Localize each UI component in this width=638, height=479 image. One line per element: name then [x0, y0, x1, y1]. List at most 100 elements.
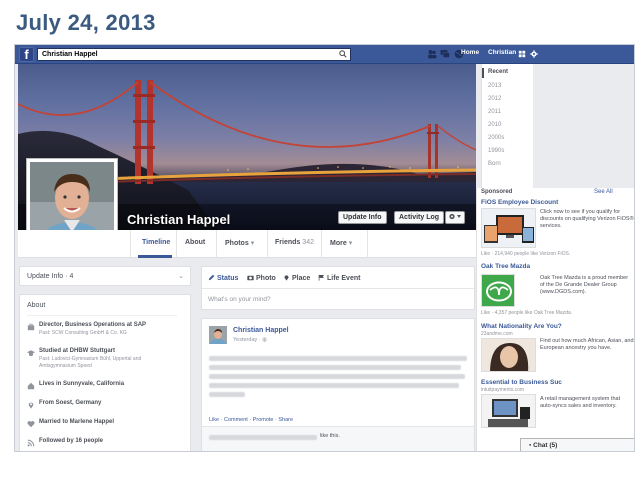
- timeline-active-marker: [482, 68, 484, 78]
- timeline-year-2010[interactable]: 2010: [488, 122, 501, 128]
- profile-link[interactable]: Christian: [488, 49, 516, 56]
- update-info-card[interactable]: Update Info · 4 ⌄: [19, 266, 191, 286]
- post-actions[interactable]: Like · Comment · Promote · Share: [209, 417, 293, 423]
- ad-title-nationality[interactable]: What Nationality Are You?: [481, 323, 562, 330]
- divider: [202, 288, 474, 289]
- ad-title-fios[interactable]: FiOS Employee Discount: [481, 199, 558, 206]
- settings-gear-icon[interactable]: [530, 50, 538, 58]
- messages-icon[interactable]: [440, 49, 450, 59]
- post-text-blurred: [209, 392, 245, 397]
- ad-body-mazda[interactable]: Oak Tree Mazda is a proud member of the …: [540, 275, 634, 296]
- friend-requests-icon[interactable]: [427, 49, 437, 59]
- globe-icon: ◍: [262, 337, 267, 343]
- search-icon[interactable]: [339, 50, 347, 58]
- location-pin-icon: [28, 402, 34, 409]
- ad-body-fios[interactable]: Click now to see if you qualify for disc…: [540, 209, 634, 230]
- post-likes-bar: like this.: [202, 426, 474, 451]
- ad-body-nationality[interactable]: Find out how much African, Asian, and Eu…: [540, 338, 634, 352]
- ad-image-fios[interactable]: [481, 208, 536, 248]
- flag-icon: [318, 274, 324, 281]
- divider: [27, 315, 177, 316]
- tab-photos[interactable]: Photos ▾: [225, 239, 254, 247]
- top-bar: f Christian Happel Home Christian: [15, 45, 634, 64]
- status-input[interactable]: What's on your mind?: [208, 296, 271, 303]
- chat-label: Chat: [533, 442, 548, 449]
- ad-title-mazda[interactable]: Oak Tree Mazda: [481, 263, 530, 270]
- tab-divider: [367, 230, 368, 258]
- composer-tab-photo[interactable]: Photo: [247, 274, 276, 282]
- photos-dropdown-icon: ▾: [250, 240, 255, 247]
- profile-settings-button[interactable]: [445, 211, 465, 224]
- tab-about[interactable]: About: [185, 239, 205, 246]
- profile-name[interactable]: Christian Happel: [127, 212, 230, 227]
- heart-icon: [27, 421, 35, 428]
- ad-domain-intuit[interactable]: intuitpayments.com: [481, 387, 524, 393]
- pos-terminal-image: [488, 399, 530, 427]
- chat-status-icon: ▪: [529, 442, 532, 449]
- composer-tab-place[interactable]: Place: [283, 274, 310, 282]
- profile-tabs: Timeline About Photos ▾ Friends 342 More ▾: [18, 230, 476, 258]
- briefcase-icon: [27, 323, 35, 331]
- composer-tab-life-event[interactable]: Life Event: [318, 274, 360, 282]
- sponsored-header: Sponsored: [481, 189, 513, 195]
- tab-friends[interactable]: Friends 342: [275, 239, 314, 246]
- post-timestamp[interactable]: Yesterday · ◍: [233, 337, 267, 343]
- tab-divider: [130, 230, 131, 258]
- timeline-year-born[interactable]: Born: [488, 161, 501, 167]
- pencil-icon: [208, 274, 215, 281]
- timeline-year-nav: Recent 2013 2012 2011 2010 2000s 1990s B…: [481, 64, 533, 188]
- devices-image: [484, 215, 534, 243]
- slide-date-title: July 24, 2013: [16, 10, 156, 35]
- see-all-link[interactable]: See All: [594, 189, 613, 195]
- timeline-year-2012[interactable]: 2012: [488, 96, 501, 102]
- update-info-button[interactable]: Update Info: [338, 211, 387, 224]
- ad-domain-23andme[interactable]: 23andme.com: [481, 331, 513, 337]
- tab-divider: [267, 230, 268, 258]
- activity-log-button[interactable]: Activity Log: [394, 211, 445, 224]
- tab-timeline[interactable]: Timeline: [142, 239, 170, 246]
- timeline-year-1990s[interactable]: 1990s: [488, 148, 504, 154]
- update-info-label: Update Info · 4: [27, 273, 74, 280]
- camera-icon: [247, 275, 254, 281]
- ad-likes-mazda[interactable]: Like · 4,357 people like Oak Tree Mazda.: [481, 310, 572, 316]
- post-author-avatar[interactable]: [209, 326, 227, 344]
- ad-image-mazda[interactable]: [481, 274, 515, 307]
- post-text-blurred: [209, 365, 461, 370]
- likers-blurred: [209, 435, 317, 440]
- composer-tab-status[interactable]: Status: [208, 274, 238, 282]
- ad-image-business[interactable]: [481, 394, 536, 428]
- about-card: About Director, Business Operations at S…: [19, 294, 191, 451]
- search-input[interactable]: Christian Happel: [37, 48, 351, 61]
- graduation-cap-icon: [27, 350, 35, 356]
- timeline-year-recent[interactable]: Recent: [488, 69, 508, 75]
- timeline-year-2011[interactable]: 2011: [488, 109, 501, 115]
- facebook-logo-icon[interactable]: f: [19, 47, 34, 62]
- timeline-year-2013[interactable]: 2013: [488, 83, 501, 89]
- tab-more[interactable]: More ▾: [330, 239, 352, 247]
- tab-divider: [216, 230, 217, 258]
- home-link[interactable]: Home: [461, 49, 479, 56]
- more-dropdown-icon: ▾: [348, 240, 353, 247]
- chevron-down-icon[interactable]: ⌄: [178, 272, 184, 280]
- woman-portrait-image: [482, 339, 535, 371]
- ad-image-nationality[interactable]: [481, 338, 536, 372]
- mazda-logo-icon: [482, 275, 514, 306]
- update-info-count: 4: [69, 273, 74, 280]
- ad-likes-fios[interactable]: Like · 214,940 people like Verizon FiOS.: [481, 251, 570, 257]
- facebook-profile-screenshot: f Christian Happel Home Christian Christ…: [14, 44, 635, 452]
- timeline-year-2000s[interactable]: 2000s: [488, 135, 504, 141]
- post-text-blurred: [209, 356, 467, 361]
- chat-bar[interactable]: ▪ Chat (5): [520, 438, 634, 451]
- gear-dropdown-icon: [449, 213, 461, 220]
- rss-icon: [27, 439, 35, 447]
- ad-title-business[interactable]: Essential to Business Suc: [481, 379, 562, 386]
- privacy-shortcuts-icon[interactable]: [518, 50, 526, 58]
- map-pin-icon: [284, 275, 289, 281]
- chat-count: (5): [549, 442, 558, 449]
- search-value: Christian Happel: [42, 51, 98, 58]
- post-author-name[interactable]: Christian Happel: [233, 327, 289, 334]
- tab-divider: [321, 230, 322, 258]
- ad-body-business[interactable]: A retail management system that auto-syn…: [540, 396, 634, 410]
- like-this-label: like this.: [320, 433, 340, 439]
- avatar: [209, 326, 227, 344]
